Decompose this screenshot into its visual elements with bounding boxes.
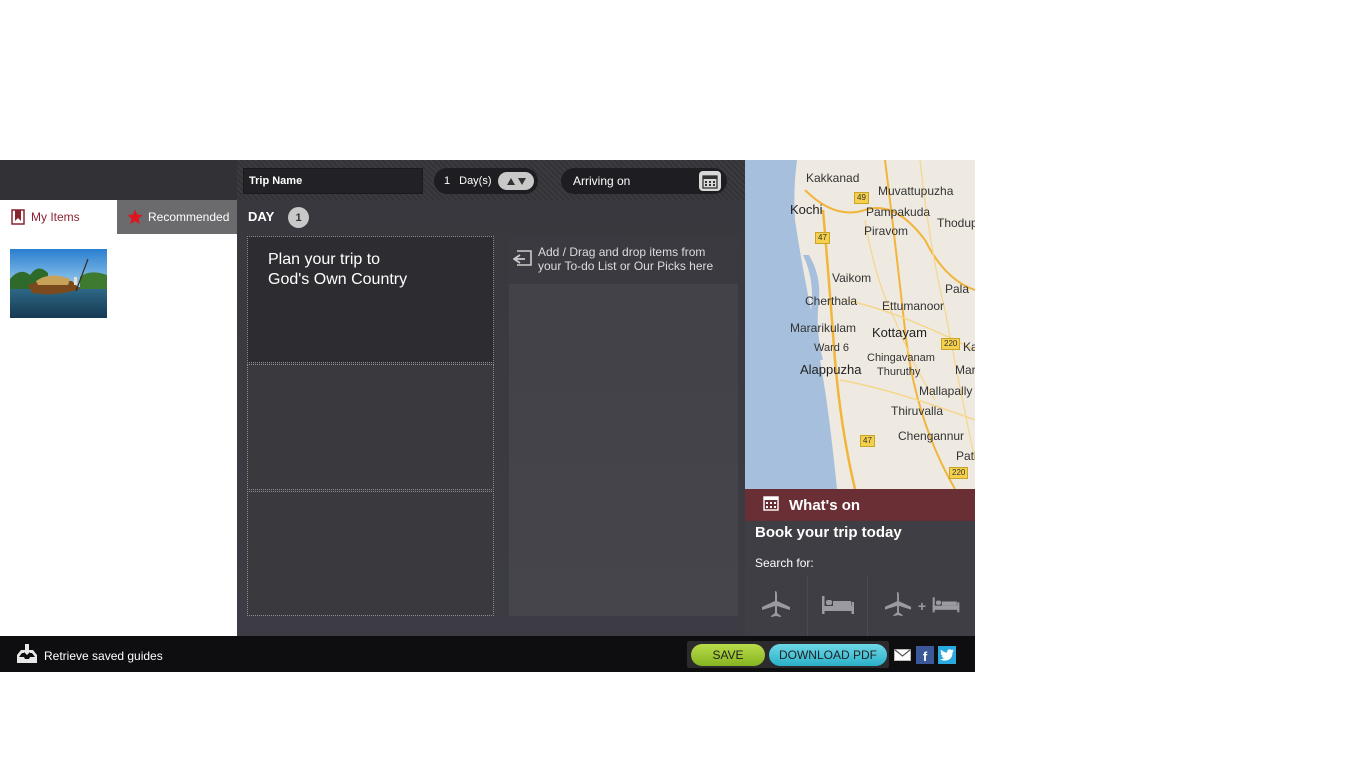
book-trip-title: Book your trip today [755, 524, 902, 541]
map-label-kakkanad: Kakkanad [806, 171, 860, 185]
tab-my-items[interactable]: My Items [0, 200, 117, 240]
itinerary-slot-1[interactable]: Plan your trip to God's Own Country [247, 236, 494, 363]
tab-pointer [34, 234, 46, 240]
save-button[interactable]: SAVE [691, 644, 765, 666]
trip-planner: My Items Recommended Trip Name 1 Day(s) … [0, 160, 975, 672]
left-header [0, 160, 237, 200]
search-flight-hotel-button[interactable]: + [869, 576, 975, 636]
tab-recommended[interactable]: Recommended [117, 200, 237, 234]
bed-icon [820, 592, 856, 621]
map-label-kottayam: Kottayam [872, 325, 927, 340]
right-panel: Kakkanad Muvattupuzha Kochi 49 Pampakuda… [745, 160, 975, 636]
map-label-muvattupuzha: Muvattupuzha [878, 184, 954, 198]
increment-days-button[interactable] [506, 177, 515, 185]
download-pdf-button[interactable]: DOWNLOAD PDF [769, 644, 887, 666]
road-badge-47: 47 [815, 232, 830, 244]
bookmark-icon [10, 209, 26, 225]
map[interactable]: Kakkanad Muvattupuzha Kochi 49 Pampakuda… [745, 160, 975, 489]
day-number-badge[interactable]: 1 [288, 207, 309, 228]
whats-on-bar[interactable]: What's on [745, 489, 975, 521]
houseboat-thumbnail[interactable] [10, 249, 107, 318]
road-badge-220: 220 [941, 338, 961, 350]
days-selector[interactable]: 1 Day(s) [434, 168, 538, 194]
road-badge-220b: 220 [949, 467, 969, 479]
decrement-days-button[interactable] [517, 177, 526, 185]
map-label-mar: Mar [955, 363, 975, 377]
map-label-cherthala: Cherthala [805, 294, 858, 308]
plan-line-2: God's Own Country [268, 271, 408, 288]
calendar-icon [763, 495, 779, 515]
road-badge-47b: 47 [860, 435, 875, 447]
facebook-icon[interactable]: f [916, 646, 934, 664]
arrival-date-field[interactable]: Arriving on [561, 168, 727, 194]
plan-line-1: Plan your trip to [268, 251, 381, 268]
itinerary-panel: Trip Name 1 Day(s) Arriving on DAY 1 Pla… [237, 160, 745, 636]
map-label-vaikom: Vaikom [832, 271, 872, 285]
map-label-thodupuzha: Thodup [937, 216, 975, 230]
twitter-icon[interactable] [938, 646, 956, 664]
search-flights-button[interactable] [745, 576, 806, 636]
map-label-mallappally: Mallapally [919, 384, 973, 398]
itinerary-slot-3[interactable] [247, 491, 494, 616]
drop-hint: Add / Drag and drop items from your To-d… [509, 236, 738, 284]
itinerary-slot-2[interactable] [247, 364, 494, 490]
whats-on-label: What's on [789, 496, 861, 514]
map-label-ward6: Ward 6 [814, 342, 850, 354]
retrieve-saved-guides-button[interactable]: Retrieve saved guides [16, 644, 163, 667]
retrieve-label: Retrieve saved guides [44, 648, 163, 663]
days-count: 1 [444, 175, 451, 187]
map-label-path: Path [956, 449, 975, 463]
map-label-kochi: Kochi [790, 202, 823, 217]
airplane-icon [760, 590, 792, 623]
search-hotels-button[interactable] [807, 576, 868, 636]
inbox-download-icon [16, 644, 38, 667]
map-label-mararikulam: Mararikulam [790, 321, 857, 335]
arrival-date-label: Arriving on [573, 174, 631, 188]
bed-icon [931, 594, 961, 619]
trip-header-bar: Trip Name 1 Day(s) Arriving on [237, 160, 745, 200]
day-heading: DAY [248, 209, 275, 224]
drag-drop-icon [512, 250, 533, 269]
tab-my-items-label: My Items [31, 210, 80, 224]
left-panel: My Items Recommended [0, 160, 237, 636]
map-label-pala: Pala [945, 282, 970, 296]
map-label-chengannur: Chengannur [898, 429, 965, 443]
tab-recommended-label: Recommended [148, 210, 230, 224]
email-icon[interactable] [894, 648, 911, 666]
drop-zone[interactable]: Add / Drag and drop items from your To-d… [509, 236, 738, 616]
star-icon [127, 209, 143, 225]
map-label-ka: Ka [963, 340, 975, 354]
airplane-icon [883, 591, 913, 622]
map-label-ettumanoor: Ettumanoor [882, 299, 945, 313]
calendar-icon[interactable] [699, 171, 721, 191]
trip-name-input[interactable]: Trip Name [243, 168, 423, 194]
plan-trip-text: Plan your trip to God's Own Country [268, 250, 407, 290]
days-label: Day(s) [459, 175, 492, 187]
map-label-pampakuda: Pampakuda [866, 205, 931, 219]
map-label-thuruthy: Thuruthy [877, 366, 921, 378]
map-label-alappuzha: Alappuzha [800, 362, 862, 377]
footer-bar: Retrieve saved guides SAVE DOWNLOAD PDF … [0, 636, 975, 672]
search-for-label: Search for: [755, 556, 814, 570]
road-badge-49: 49 [854, 192, 869, 204]
drop-hint-line-2: your To-do List or Our Picks here [538, 259, 714, 273]
map-label-thiruvalla: Thiruvalla [891, 404, 944, 418]
map-label-chingavanam: Chingavanam [867, 352, 935, 364]
days-stepper[interactable] [498, 172, 534, 190]
map-label-piravom: Piravom [864, 224, 909, 238]
item-tabs: My Items Recommended [0, 200, 237, 240]
plus-icon: + [917, 598, 927, 614]
drop-hint-line-1: Add / Drag and drop items from [538, 245, 706, 259]
